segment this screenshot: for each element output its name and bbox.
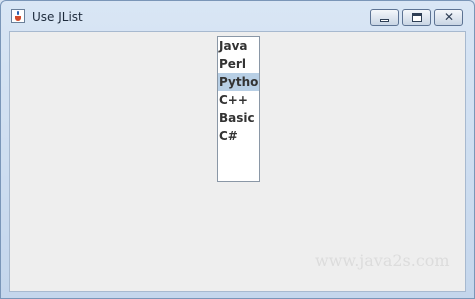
java-cup-icon[interactable]	[11, 9, 25, 23]
language-list[interactable]: Java Perl Python C++ Basic C#	[217, 36, 260, 182]
maximize-button[interactable]	[402, 9, 431, 26]
list-item[interactable]: Perl	[218, 55, 259, 73]
list-item[interactable]: Python	[218, 73, 259, 91]
java-cup-steam	[17, 11, 19, 15]
content-pane: Java Perl Python C++ Basic C# www.java2s…	[9, 31, 466, 292]
list-item[interactable]: C++	[218, 91, 259, 109]
maximize-icon	[412, 13, 422, 22]
app-window: Use JList ✕ Java Perl Python C++ Basic C…	[0, 0, 475, 299]
minimize-icon	[380, 19, 389, 22]
watermark-text: www.java2s.com	[315, 251, 450, 270]
close-button[interactable]: ✕	[434, 9, 463, 26]
title-bar[interactable]: Use JList ✕	[1, 1, 474, 31]
window-title: Use JList	[32, 10, 83, 24]
list-item[interactable]: Java	[218, 37, 259, 55]
java-cup-body	[15, 16, 21, 21]
list-item[interactable]: C#	[218, 127, 259, 145]
minimize-button[interactable]	[370, 9, 399, 26]
list-item[interactable]: Basic	[218, 109, 259, 127]
close-icon: ✕	[443, 10, 455, 24]
